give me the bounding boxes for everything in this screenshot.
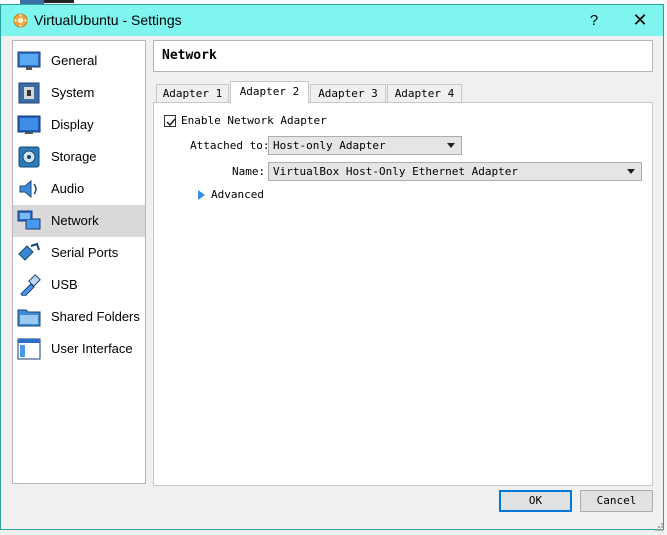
sidebar-item-audio[interactable]: Audio [13, 173, 145, 205]
page-header: Network [153, 40, 653, 72]
help-button[interactable]: ? [571, 5, 617, 36]
adapter-tabs: Adapter 1 Adapter 2 Adapter 3 Adapter 4 [153, 81, 653, 104]
sidebar-item-label: User Interface [51, 341, 133, 356]
attached-to-value: Host-only Adapter [273, 139, 386, 152]
display-icon [17, 115, 41, 134]
cancel-button[interactable]: Cancel [580, 490, 653, 512]
chevron-down-icon [627, 169, 635, 174]
advanced-toggle[interactable]: Advanced [211, 188, 264, 201]
user-interface-icon [17, 338, 41, 360]
window-title: VirtualUbuntu - Settings [34, 12, 182, 28]
sidebar-item-label: USB [51, 277, 78, 292]
settings-sidebar: General System Display Storage Audio Net… [12, 40, 146, 484]
network-icon [17, 210, 41, 230]
tab-adapter-2[interactable]: Adapter 2 [230, 81, 309, 104]
usb-icon [20, 274, 41, 296]
attached-to-label: Attached to: [190, 139, 270, 152]
attached-to-select[interactable]: Host-only Adapter [268, 136, 462, 155]
sidebar-item-network[interactable]: Network [13, 205, 145, 237]
adapter-name-select[interactable]: VirtualBox Host-Only Ethernet Adapter [268, 162, 642, 181]
general-icon [17, 51, 41, 70]
system-icon [18, 82, 40, 104]
audio-icon [19, 179, 37, 199]
sidebar-item-label: Display [51, 117, 94, 132]
name-label: Name: [232, 165, 266, 178]
adapter-panel: Enable Network Adapter Attached to: Host… [153, 102, 653, 486]
sidebar-item-label: Network [51, 213, 99, 228]
close-button[interactable]: ✕ [617, 5, 663, 36]
sidebar-item-usb[interactable]: USB [13, 269, 145, 301]
page-title: Network [162, 48, 217, 63]
chevron-down-icon [447, 143, 455, 148]
serial-ports-icon [18, 242, 40, 261]
enable-adapter-label[interactable]: Enable Network Adapter [181, 114, 327, 127]
sidebar-item-label: General [51, 53, 98, 68]
tab-adapter-3[interactable]: Adapter 3 [310, 84, 386, 103]
title-bar[interactable]: VirtualUbuntu - Settings ? ✕ [1, 5, 663, 36]
tab-adapter-1[interactable]: Adapter 1 [156, 84, 229, 103]
sidebar-item-user-interface[interactable]: User Interface [13, 333, 145, 365]
sidebar-item-serial-ports[interactable]: Serial Ports [13, 237, 145, 269]
adapter-name-value: VirtualBox Host-Only Ethernet Adapter [273, 165, 519, 178]
shared-folders-icon [17, 309, 41, 327]
sidebar-item-label: Shared Folders [51, 309, 140, 324]
resize-grip-icon[interactable] [654, 522, 664, 532]
sidebar-item-shared-folders[interactable]: Shared Folders [13, 301, 145, 333]
expand-arrow-icon[interactable] [198, 190, 205, 200]
sidebar-item-label: Serial Ports [51, 245, 119, 260]
checkmark-icon [166, 118, 176, 127]
sidebar-item-system[interactable]: System [13, 77, 145, 109]
sidebar-item-storage[interactable]: Storage [13, 141, 145, 173]
sidebar-item-display[interactable]: Display [13, 109, 145, 141]
ok-button[interactable]: OK [499, 490, 572, 512]
virtualbox-app-icon [13, 13, 28, 28]
sidebar-item-label: Storage [51, 149, 97, 164]
sidebar-item-label: System [51, 85, 95, 100]
storage-icon [18, 146, 40, 168]
tab-adapter-4[interactable]: Adapter 4 [387, 84, 462, 103]
sidebar-item-label: Audio [51, 181, 85, 196]
sidebar-item-general[interactable]: General [13, 45, 145, 77]
enable-adapter-checkbox[interactable] [164, 115, 176, 127]
